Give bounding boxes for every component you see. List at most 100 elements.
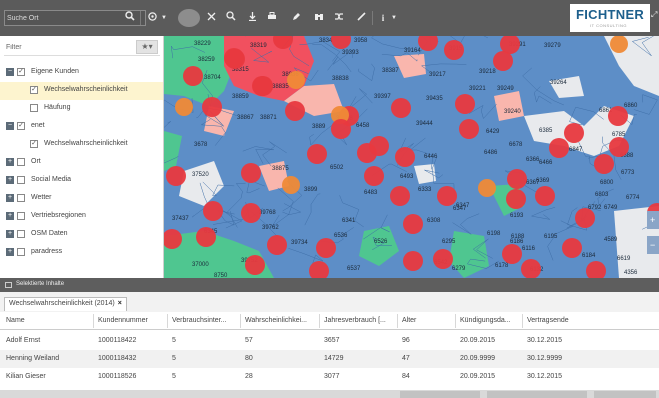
- column-divider[interactable]: [397, 314, 398, 328]
- cluster-marker[interactable]: [506, 189, 526, 209]
- layer-item[interactable]: + Wetter: [0, 190, 163, 208]
- expand-icon[interactable]: +: [6, 248, 14, 256]
- cluster-marker[interactable]: [549, 138, 569, 158]
- column-divider[interactable]: [455, 314, 456, 328]
- shuffle-icon[interactable]: [333, 10, 345, 26]
- table-header-row[interactable]: Name Kundennummer Verbrauchsinter... Wahrsc…: [0, 312, 659, 330]
- expand-icon[interactable]: +: [6, 158, 14, 166]
- pencil-icon[interactable]: [290, 10, 302, 26]
- cluster-marker[interactable]: [395, 147, 415, 167]
- cluster-marker[interactable]: [285, 101, 305, 121]
- layer-item[interactable]: ✓ Wechselwahrscheinlichkeit: [0, 82, 163, 100]
- cluster-marker[interactable]: [196, 227, 216, 247]
- collapse-icon[interactable]: −: [6, 122, 14, 130]
- cluster-marker[interactable]: [459, 119, 479, 139]
- column-header[interactable]: Kundennummer: [98, 317, 148, 324]
- zoom-icon[interactable]: [225, 10, 237, 26]
- favorites-star-icon[interactable]: ★▾: [136, 40, 158, 54]
- ruler-icon[interactable]: [355, 10, 367, 26]
- cluster-marker[interactable]: [183, 66, 203, 86]
- cluster-marker[interactable]: [175, 98, 193, 116]
- column-header[interactable]: Kündigungsda...: [460, 317, 511, 324]
- column-header[interactable]: Alter: [402, 317, 416, 324]
- layer-checkbox[interactable]: [17, 194, 25, 202]
- info-icon[interactable]: i: [378, 10, 388, 26]
- cluster-marker[interactable]: [437, 186, 457, 206]
- cluster-marker[interactable]: [241, 203, 261, 223]
- cluster-marker[interactable]: [575, 208, 595, 228]
- layer-item[interactable]: + paradress: [0, 244, 163, 262]
- cluster-marker[interactable]: [253, 76, 273, 96]
- status-button[interactable]: [487, 391, 587, 398]
- column-header[interactable]: Verbrauchsinter...: [172, 317, 226, 324]
- layer-item[interactable]: Häufung: [0, 100, 163, 118]
- cluster-marker[interactable]: [316, 238, 336, 258]
- cluster-marker[interactable]: [609, 137, 629, 157]
- print-icon[interactable]: [266, 10, 278, 26]
- table-row[interactable]: Henning Weiland 1000118432 5 80 14729 47 20.09…: [0, 350, 659, 368]
- layer-checkbox[interactable]: [17, 248, 25, 256]
- layer-checkbox[interactable]: ✓: [30, 140, 38, 148]
- cluster-marker[interactable]: [403, 214, 423, 234]
- cluster-marker[interactable]: [594, 154, 614, 174]
- tab-close-icon[interactable]: ×: [118, 300, 122, 307]
- column-divider[interactable]: [319, 314, 320, 328]
- cluster-marker[interactable]: [478, 179, 496, 197]
- cluster-marker[interactable]: [287, 71, 305, 89]
- layer-item[interactable]: + OSM Daten: [0, 226, 163, 244]
- cluster-marker[interactable]: [493, 51, 513, 71]
- cluster-marker[interactable]: [390, 186, 410, 206]
- layer-item[interactable]: − ✓ enet: [0, 118, 163, 136]
- tab-wechselwahrscheinlichkeit[interactable]: Wechselwahrscheinlichkeit (2014) ×: [4, 297, 127, 311]
- globe-icon[interactable]: [147, 10, 157, 26]
- layer-checkbox[interactable]: ✓: [30, 86, 38, 94]
- cluster-marker[interactable]: [608, 106, 628, 126]
- table-row[interactable]: Kilian Gieser 1000118526 5 28 3077 84 20.09.20…: [0, 368, 659, 386]
- collapse-icon[interactable]: −: [6, 68, 14, 76]
- expand-icon[interactable]: +: [6, 212, 14, 220]
- layer-checkbox[interactable]: ✓: [17, 68, 25, 76]
- cluster-marker[interactable]: [282, 176, 300, 194]
- cluster-marker[interactable]: [564, 123, 584, 143]
- layer-checkbox[interactable]: [17, 176, 25, 184]
- cluster-marker[interactable]: [403, 251, 423, 271]
- layer-item[interactable]: + Vertriebsregionen: [0, 208, 163, 226]
- layer-checkbox[interactable]: [17, 158, 25, 166]
- layer-item[interactable]: ✓ Wechselwahrscheinlichkeit: [0, 136, 163, 154]
- cluster-marker[interactable]: [364, 166, 384, 186]
- layer-filter[interactable]: ★▾: [4, 40, 160, 56]
- panel-collapse-icon[interactable]: ⤢: [651, 10, 657, 20]
- selected-content-header[interactable]: Selektierte Inhalte: [0, 278, 659, 292]
- cluster-marker[interactable]: [502, 244, 522, 264]
- map-canvas[interactable]: 3822938319383439583929138259393933916439…: [164, 36, 659, 278]
- info-caret-icon[interactable]: ▼: [390, 10, 398, 26]
- fullscreen-icon[interactable]: [205, 10, 217, 26]
- status-button[interactable]: [400, 391, 480, 398]
- cluster-marker[interactable]: [535, 186, 555, 206]
- cluster-marker[interactable]: [241, 163, 261, 183]
- expand-icon[interactable]: +: [6, 194, 14, 202]
- table-row[interactable]: Adolf Ernst 1000118422 5 57 3657 96 20.09.2015…: [0, 332, 659, 350]
- caret-down-icon[interactable]: ▼: [160, 10, 168, 26]
- cluster-marker[interactable]: [444, 40, 464, 60]
- search-icon[interactable]: [124, 10, 136, 26]
- column-divider[interactable]: [522, 314, 523, 328]
- cluster-marker[interactable]: [166, 166, 186, 186]
- column-divider[interactable]: [240, 314, 241, 328]
- cluster-marker[interactable]: [507, 169, 527, 189]
- cluster-marker[interactable]: [391, 98, 411, 118]
- cluster-marker[interactable]: [562, 238, 582, 258]
- column-header[interactable]: Name: [6, 317, 25, 324]
- column-divider[interactable]: [167, 314, 168, 328]
- expand-icon[interactable]: +: [6, 230, 14, 238]
- column-header[interactable]: Vertragsende: [527, 317, 569, 324]
- zoom-out-icon[interactable]: −: [650, 240, 655, 250]
- cluster-marker[interactable]: [455, 94, 475, 114]
- download-icon[interactable]: [246, 10, 258, 26]
- layer-item[interactable]: + Social Media: [0, 172, 163, 190]
- expand-icon[interactable]: +: [6, 176, 14, 184]
- cluster-marker[interactable]: [331, 119, 351, 139]
- layer-checkbox[interactable]: [30, 104, 38, 112]
- column-header[interactable]: Wahrscheinlichkei...: [245, 317, 307, 324]
- layer-checkbox[interactable]: [17, 212, 25, 220]
